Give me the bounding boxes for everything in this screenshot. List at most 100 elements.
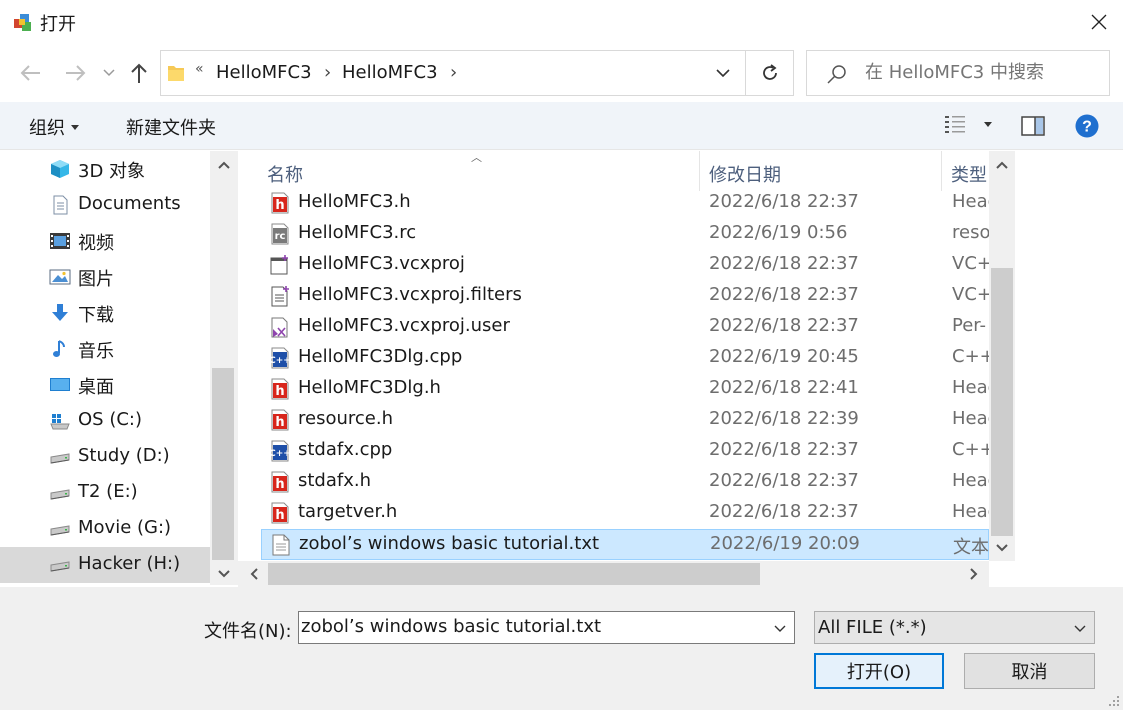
scroll-right-button[interactable] bbox=[962, 562, 986, 586]
breadcrumb-overflow[interactable]: « bbox=[195, 61, 204, 77]
file-row[interactable]: h resource.h 2022/6/18 22:39 Head bbox=[261, 405, 989, 436]
file-row[interactable]: h stdafx.h 2022/6/18 22:37 Head bbox=[261, 467, 989, 498]
video-icon bbox=[49, 231, 71, 251]
column-header-name[interactable]: 名称 bbox=[267, 161, 303, 187]
sidebar-item[interactable]: Movie (G:) bbox=[0, 511, 210, 547]
sidebar-item-label: 3D 对象 bbox=[78, 161, 146, 182]
file-row[interactable]: C++ stdafx.cpp 2022/6/18 22:37 C++ bbox=[261, 436, 989, 467]
address-dropdown-button[interactable] bbox=[709, 59, 737, 87]
drive-icon bbox=[49, 555, 71, 575]
sidebar-item-label: Documents bbox=[78, 193, 181, 214]
search-box[interactable] bbox=[806, 50, 1110, 96]
file-type: C++ bbox=[952, 346, 989, 367]
navigation-scroll-thumb[interactable] bbox=[212, 368, 234, 560]
pictures-icon bbox=[49, 267, 71, 287]
scroll-down-button[interactable] bbox=[990, 536, 1014, 560]
file-row[interactable]: C++ HelloMFC3Dlg.cpp 2022/6/19 20:45 C++ bbox=[261, 343, 989, 374]
back-button[interactable] bbox=[16, 58, 46, 88]
details-view-icon bbox=[945, 116, 965, 133]
svg-text:h: h bbox=[275, 384, 284, 399]
filename-label: 文件名(N): bbox=[204, 621, 292, 642]
sidebar-item[interactable]: 音乐 bbox=[0, 331, 210, 367]
open-button[interactable]: 打开(O) bbox=[814, 653, 944, 689]
column-header-type[interactable]: 类型 bbox=[951, 161, 987, 187]
chevron-down-icon bbox=[774, 625, 786, 632]
scroll-up-button[interactable] bbox=[212, 153, 236, 177]
file-name: resource.h bbox=[298, 408, 393, 429]
header-file-icon: h bbox=[269, 502, 291, 524]
sidebar-item[interactable]: Documents bbox=[0, 187, 210, 223]
breadcrumb-separator[interactable]: › bbox=[324, 62, 331, 83]
refresh-button[interactable] bbox=[755, 59, 785, 87]
sidebar-item[interactable]: 图片 bbox=[0, 259, 210, 295]
new-folder-button[interactable]: 新建文件夹 bbox=[126, 114, 216, 140]
filter-dropdown-button[interactable] bbox=[1069, 616, 1091, 640]
file-list-horizontal-thumb[interactable] bbox=[268, 563, 760, 585]
chevron-down-icon bbox=[1074, 625, 1086, 632]
file-date: 2022/6/18 22:41 bbox=[709, 377, 859, 398]
sidebar-item[interactable]: 桌面 bbox=[0, 367, 210, 403]
windows-drive-icon bbox=[49, 411, 71, 431]
column-header-date[interactable]: 修改日期 bbox=[709, 161, 781, 187]
sidebar-item[interactable]: T2 (E:) bbox=[0, 475, 210, 511]
file-list-vertical-thumb[interactable] bbox=[991, 268, 1013, 536]
breadcrumb-separator[interactable]: › bbox=[450, 62, 457, 83]
resize-grip-icon[interactable] bbox=[1105, 692, 1121, 708]
view-options-button[interactable] bbox=[944, 114, 992, 134]
organize-button[interactable]: 组织 bbox=[29, 114, 79, 140]
preview-pane-button[interactable] bbox=[1021, 116, 1045, 136]
address-bar[interactable]: « HelloMFC3 › HelloMFC3 › bbox=[160, 50, 794, 96]
file-type-filter-value: All FILE (*.*) bbox=[818, 617, 927, 638]
help-button[interactable]: ? bbox=[1075, 114, 1099, 138]
chevron-down-icon bbox=[996, 544, 1008, 552]
file-row[interactable]: HelloMFC3.vcxproj.user 2022/6/18 22:37 Per… bbox=[261, 312, 989, 343]
file-row[interactable]: HelloMFC3.vcxproj.filters 2022/6/18 22:37… bbox=[261, 281, 989, 312]
breadcrumb-item[interactable]: HelloMFC3 bbox=[216, 62, 312, 83]
rc-file-icon: rc bbox=[269, 223, 291, 245]
filename-combobox[interactable] bbox=[298, 611, 795, 644]
sidebar-item[interactable]: OS (C:) bbox=[0, 403, 210, 439]
column-divider[interactable] bbox=[699, 151, 700, 191]
up-button[interactable] bbox=[124, 58, 154, 88]
close-button[interactable] bbox=[1080, 4, 1118, 40]
file-name: HelloMFC3.vcxproj bbox=[298, 253, 465, 274]
file-type: Head bbox=[952, 470, 989, 491]
header-file-icon: h bbox=[269, 192, 291, 214]
filename-input[interactable] bbox=[301, 616, 761, 637]
file-row[interactable]: zobol’s windows basic tutorial.txt 2022/6… bbox=[261, 529, 989, 560]
recent-locations-button[interactable] bbox=[96, 58, 122, 88]
header-file-icon: h bbox=[269, 471, 291, 493]
sidebar-item[interactable]: 视频 bbox=[0, 223, 210, 259]
file-type: C++ bbox=[952, 439, 989, 460]
filename-dropdown-button[interactable] bbox=[769, 616, 791, 640]
search-input[interactable] bbox=[865, 62, 1105, 83]
sidebar-item[interactable]: Hacker (H:) bbox=[0, 547, 210, 583]
column-divider[interactable] bbox=[941, 151, 942, 191]
file-name: stdafx.cpp bbox=[298, 439, 393, 460]
cancel-button[interactable]: 取消 bbox=[964, 653, 1095, 689]
file-date: 2022/6/18 22:37 bbox=[709, 501, 859, 522]
sidebar-item[interactable]: Study (D:) bbox=[0, 439, 210, 475]
file-date: 2022/6/18 22:37 bbox=[709, 470, 859, 491]
scroll-down-button[interactable] bbox=[212, 562, 236, 586]
sidebar-item-label: 桌面 bbox=[78, 377, 114, 398]
cpp-file-icon: C++ bbox=[269, 347, 291, 369]
scroll-up-button[interactable] bbox=[990, 153, 1014, 177]
file-row[interactable]: h HelloMFC3.h 2022/6/18 22:37 Head bbox=[261, 188, 989, 219]
caret-down-icon bbox=[71, 124, 79, 130]
scroll-left-button[interactable] bbox=[242, 562, 266, 586]
user-file-icon bbox=[269, 316, 291, 338]
sidebar-item[interactable]: 下载 bbox=[0, 295, 210, 331]
file-row[interactable]: h targetver.h 2022/6/18 22:37 Head bbox=[261, 498, 989, 529]
file-type-filter-select[interactable]: All FILE (*.*) bbox=[814, 611, 1095, 644]
file-row[interactable]: h HelloMFC3Dlg.h 2022/6/18 22:41 Head bbox=[261, 374, 989, 405]
file-row[interactable]: rc HelloMFC3.rc 2022/6/19 0:56 reso bbox=[261, 219, 989, 250]
breadcrumb-item[interactable]: HelloMFC3 bbox=[342, 62, 438, 83]
file-name: targetver.h bbox=[298, 501, 398, 522]
header-file-icon: h bbox=[269, 378, 291, 400]
sidebar-item-label: T2 (E:) bbox=[78, 481, 138, 502]
file-row[interactable]: HelloMFC3.vcxproj 2022/6/18 22:37 VC++ bbox=[261, 250, 989, 281]
3d-objects-icon bbox=[49, 159, 71, 179]
forward-button[interactable] bbox=[60, 58, 90, 88]
sidebar-item[interactable]: 3D 对象 bbox=[0, 151, 210, 187]
